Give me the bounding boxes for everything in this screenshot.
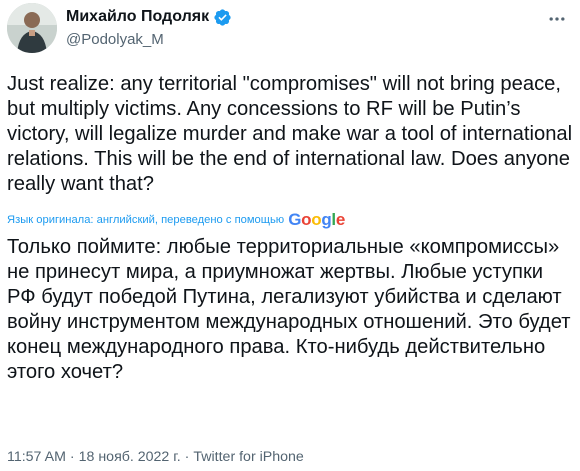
author-avatar[interactable] [7, 3, 57, 53]
translation-note: Язык оригинала: английский, переведено с… [7, 209, 345, 231]
display-name-row: Михайло Подоляк [66, 6, 232, 28]
tweet-header: Михайло Подоляк @Podolyak_M [7, 3, 573, 59]
meta-separator: · [69, 449, 75, 465]
more-options-button[interactable] [545, 7, 569, 31]
google-logo-icon: Google [288, 210, 346, 229]
tweet-metadata: 11:57 AM · 18 нояб. 2022 г. · Twitter for iP… [7, 449, 304, 465]
more-options-icon [549, 17, 565, 21]
verified-badge-icon [213, 8, 232, 27]
tweet-date-link[interactable]: 18 нояб. 2022 г. [79, 449, 181, 465]
translated-text: Только поймите: любые территориальные «к… [7, 236, 571, 383]
tweet-timestamp-link[interactable]: 11:57 AM [7, 449, 66, 465]
tweet-text: Just realize: any territorial "compromis… [7, 73, 573, 195]
author-names: Михайло Подоляк @Podolyak_M [66, 6, 232, 48]
author-display-name[interactable]: Михайло Подоляк [66, 8, 209, 26]
tweet-source-link[interactable]: Twitter for iPhone [193, 449, 303, 465]
author-handle[interactable]: @Podolyak_M [66, 31, 232, 48]
meta-separator: · [184, 449, 190, 465]
translation-label-link[interactable]: Язык оригинала: английский, переведено с… [7, 214, 284, 226]
tweet-card: Михайло Подоляк @Podolyak_M Just realize… [0, 0, 580, 471]
